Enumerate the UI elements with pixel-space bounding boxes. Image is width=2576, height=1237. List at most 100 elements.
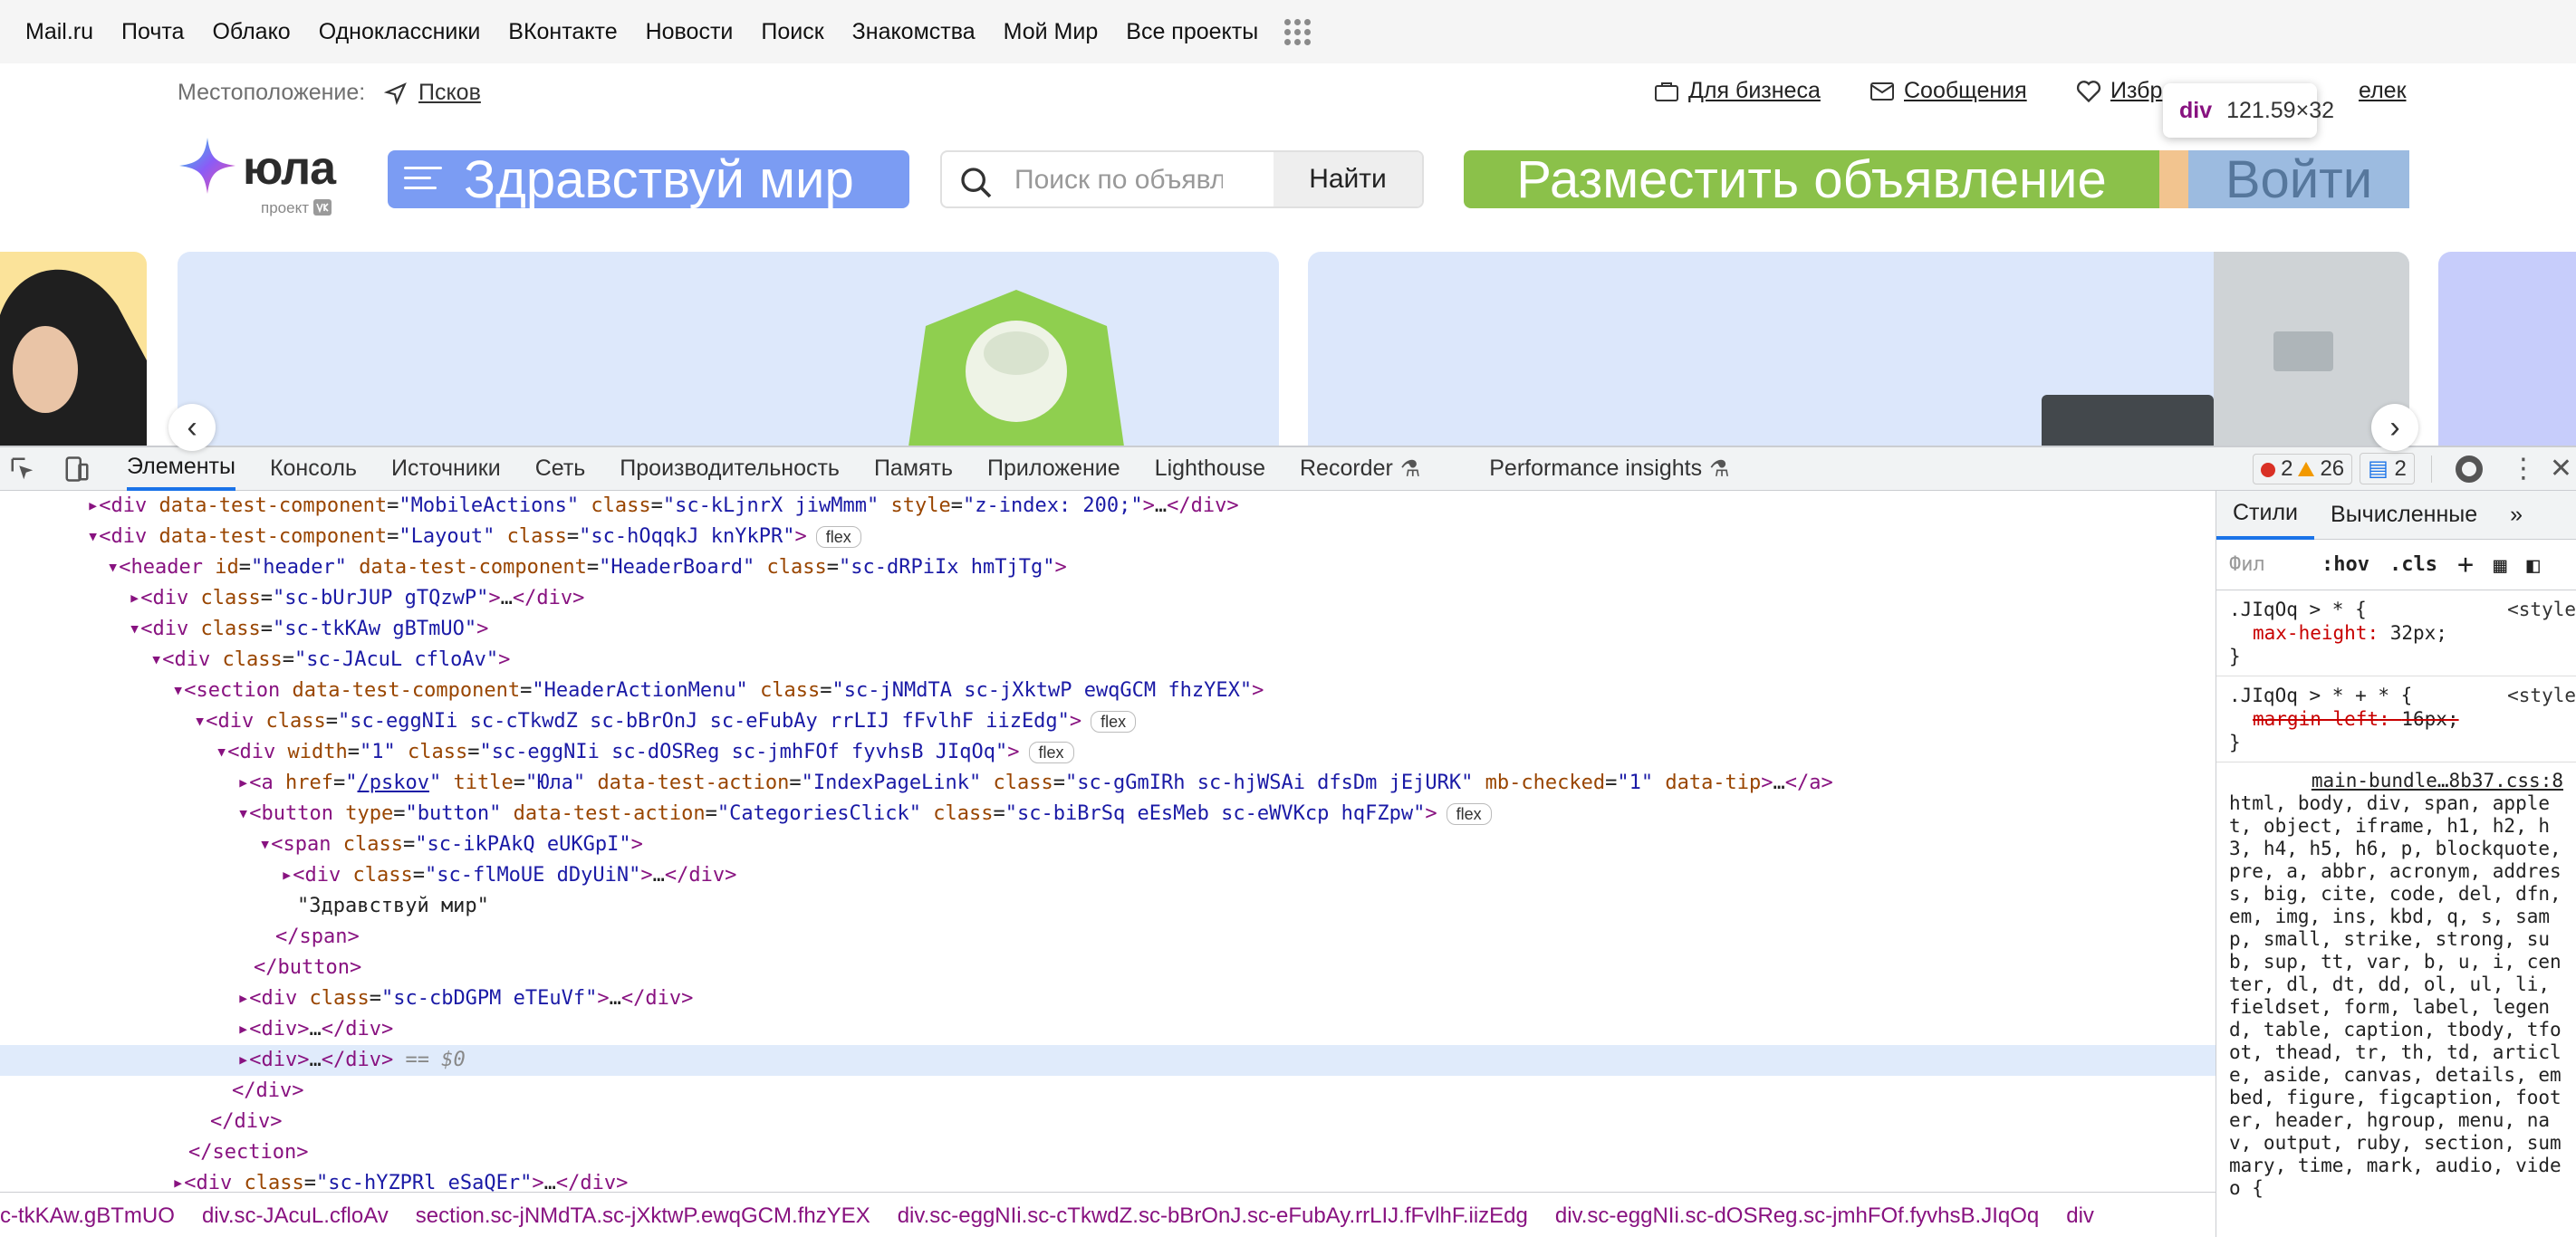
messages-badge[interactable]: ▤ 2	[2360, 453, 2415, 484]
microwave-image	[2042, 395, 2214, 446]
business-link[interactable]: Для бизнеса	[1654, 78, 1821, 104]
tree-node-div[interactable]: ▸<div class="sc-bUrJUP gTQzwP">…</div>	[0, 583, 2216, 614]
portal-link-all-projects[interactable]: Все проекты	[1126, 19, 1258, 45]
banner-card-right[interactable]	[2438, 252, 2576, 446]
banner-card-appliances[interactable]	[1308, 252, 2409, 446]
styles-filter-input[interactable]: Фил	[2229, 553, 2302, 576]
tab-lighthouse[interactable]: Lighthouse	[1155, 447, 1265, 491]
message-icon: ▤	[2368, 456, 2389, 481]
portal-link-news[interactable]: Новости	[646, 19, 734, 45]
breadcrumb-item[interactable]: section.sc-jNMdTA.sc-jXktwP.ewqGCM.fhzYE…	[416, 1203, 870, 1229]
tree-node-div[interactable]: ▸<div class="sc-cbDGPM eTEuVf">…</div>	[0, 983, 2216, 1014]
portal-bar: Mail.ru Почта Облако Одноклассники ВКонт…	[0, 0, 2576, 63]
search-input[interactable]: Поиск по объявл	[1014, 165, 1223, 196]
tree-node-div[interactable]: ▾<div class="sc-JAcuL cfloAv">	[0, 645, 2216, 676]
elements-tree[interactable]: ▸<div data-test-component="MobileActions…	[0, 491, 2216, 1192]
tree-node-div[interactable]: ▸<div class="sc-hYZPRl eSaQEr">…</div>	[0, 1168, 2216, 1192]
chevron-left-icon: ‹	[187, 409, 197, 445]
apps-grid-icon[interactable]	[1284, 18, 1312, 45]
tab-computed[interactable]: Вычисленные	[2314, 491, 2494, 540]
portal-link-search[interactable]: Поиск	[761, 19, 823, 45]
tree-node-div[interactable]: ▾<div class="sc-eggNIi sc-cTkwdZ sc-bBrO…	[0, 706, 2216, 737]
issues-badge[interactable]: 2 26	[2253, 453, 2353, 484]
breadcrumb-item[interactable]: div	[2066, 1203, 2094, 1229]
carousel-prev-button[interactable]: ‹	[168, 404, 216, 451]
sidebar-tabbar: Стили Вычисленные »	[2216, 491, 2576, 540]
hooded-person-image	[0, 269, 147, 446]
more-tabs-icon[interactable]: »	[2494, 491, 2539, 540]
logo-subtext: проект	[261, 199, 332, 217]
tab-console[interactable]: Консоль	[270, 447, 357, 491]
stylesheet-link[interactable]: main-bundle…8b37.css:8	[2312, 770, 2563, 791]
tree-node-close: </span>	[275, 925, 360, 948]
post-ad-button[interactable]: Разместить объявление	[1464, 150, 2159, 208]
portal-link-vk[interactable]: ВКонтакте	[508, 19, 617, 45]
tab-elements[interactable]: Элементы	[127, 447, 235, 491]
portal-link-mailru[interactable]: Mail.ru	[25, 19, 93, 45]
tree-node-div[interactable]: ▸<div class="sc-flMoUE dDyUiN">…</div>	[0, 860, 2216, 891]
location-label: Местоположение:	[178, 80, 366, 105]
close-icon[interactable]: ✕	[2550, 453, 2572, 484]
tab-styles[interactable]: Стили	[2216, 491, 2315, 540]
tree-node-div[interactable]: ▾<div class="sc-tkKAw gBTmUO">	[0, 614, 2216, 645]
portal-link-ok[interactable]: Одноклассники	[319, 19, 481, 45]
tree-node-header[interactable]: ▾<header id="header" data-test-component…	[0, 552, 2216, 583]
style-rule[interactable]: .JIqOq > * {<style max-height: 32px; }	[2216, 590, 2576, 676]
messages-link[interactable]: Сообщения	[1870, 78, 2027, 104]
sidebar-toggle-icon[interactable]: ◧	[2526, 552, 2539, 578]
categories-button[interactable]: Здравствуй мир	[388, 150, 909, 208]
breadcrumb-item[interactable]: div.sc-JAcuL.cfloAv	[202, 1203, 389, 1229]
tab-performance-insights[interactable]: Performance insights ⚗	[1489, 447, 1729, 491]
carousel-next-button[interactable]: ›	[2371, 404, 2418, 451]
tree-node-a[interactable]: ▸<a href="/pskov" title="Юла" data-test-…	[0, 768, 2216, 799]
settings-gear-icon[interactable]	[2455, 455, 2483, 483]
plus-icon[interactable]: +	[2457, 549, 2474, 580]
portal-link-dating[interactable]: Знакомства	[852, 19, 976, 45]
login-button[interactable]: Войти	[2188, 150, 2409, 208]
search-button[interactable]: Найти	[1274, 152, 1422, 206]
breadcrumb-item[interactable]: div.sc-eggNIi.sc-cTkwdZ.sc-bBrOnJ.sc-eFu…	[898, 1203, 1528, 1229]
wallet-link[interactable]: елек	[2359, 78, 2407, 104]
portal-link-oblako[interactable]: Облако	[212, 19, 290, 45]
search-box[interactable]: Поиск по объявл Найти	[940, 150, 1424, 208]
hov-toggle[interactable]: :hov	[2321, 553, 2369, 576]
breadcrumb-item[interactable]: c-tkKAw.gBTmUO	[0, 1203, 175, 1229]
chevron-right-icon: ›	[2389, 409, 2400, 445]
tree-node-section[interactable]: ▾<section data-test-component="HeaderAct…	[0, 676, 2216, 706]
device-toolbar-icon[interactable]	[63, 455, 91, 483]
tab-memory[interactable]: Память	[874, 447, 953, 491]
warning-icon	[2298, 461, 2315, 476]
tree-node-div[interactable]: ▾<div width="1" class="sc-eggNIi sc-dOSR…	[0, 737, 2216, 768]
tab-application[interactable]: Приложение	[987, 447, 1120, 491]
tree-node-selected[interactable]: ▸<div>…</div> == $0	[0, 1045, 2216, 1076]
green-shield-image	[908, 290, 1124, 446]
cls-toggle[interactable]: .cls	[2389, 553, 2437, 576]
banner-card-main[interactable]	[178, 252, 1279, 446]
search-icon	[961, 168, 992, 198]
favorites-link[interactable]: Избр	[2076, 78, 2162, 104]
portal-link-moymir[interactable]: Мой Мир	[1004, 19, 1099, 45]
inspect-tooltip: div 121.59×32	[2163, 83, 2334, 138]
paint-icon[interactable]: ▦	[2494, 552, 2506, 578]
breadcrumb-item[interactable]: div.sc-eggNIi.sc-dOSReg.sc-jmhFOf.fyvhsB…	[1555, 1203, 2039, 1229]
tree-node-mobile-actions[interactable]: ▸<div data-test-component="MobileActions…	[0, 491, 2216, 522]
location-city-link[interactable]: Псков	[418, 80, 481, 106]
inherited-rule[interactable]: main-bundle…8b37.css:8 html, body, div, …	[2216, 762, 2576, 1207]
tree-node-span[interactable]: ▾<span class="sc-ikPAkQ eUKGpI">	[0, 829, 2216, 860]
tab-sources[interactable]: Источники	[391, 447, 501, 491]
briefcase-icon	[1655, 82, 1678, 101]
youla-logo[interactable]: юла проект	[178, 134, 359, 221]
style-rule[interactable]: .JIqOq > * + * {<style margin-left: 16px…	[2216, 676, 2576, 762]
portal-link-pochta[interactable]: Почта	[121, 19, 184, 45]
tab-performance[interactable]: Производительность	[620, 447, 840, 491]
more-vertical-icon[interactable]: ⋮	[2510, 453, 2537, 484]
tree-node-text[interactable]: "Здравствуй мир"	[0, 891, 2216, 922]
styles-sidebar: Стили Вычисленные » Фил :hov .cls + ▦ ◧ …	[2216, 491, 2576, 1237]
inspect-element-icon[interactable]	[9, 455, 36, 483]
tab-network[interactable]: Сеть	[535, 447, 586, 491]
tree-node-button[interactable]: ▾<button type="button" data-test-action=…	[0, 799, 2216, 829]
tree-node-div[interactable]: ▸<div>…</div>	[0, 1014, 2216, 1045]
tree-node-layout[interactable]: ▾<div data-test-component="Layout" class…	[0, 522, 2216, 552]
banner-card-left[interactable]	[0, 252, 147, 446]
tab-recorder[interactable]: Recorder ⚗	[1300, 447, 1420, 491]
